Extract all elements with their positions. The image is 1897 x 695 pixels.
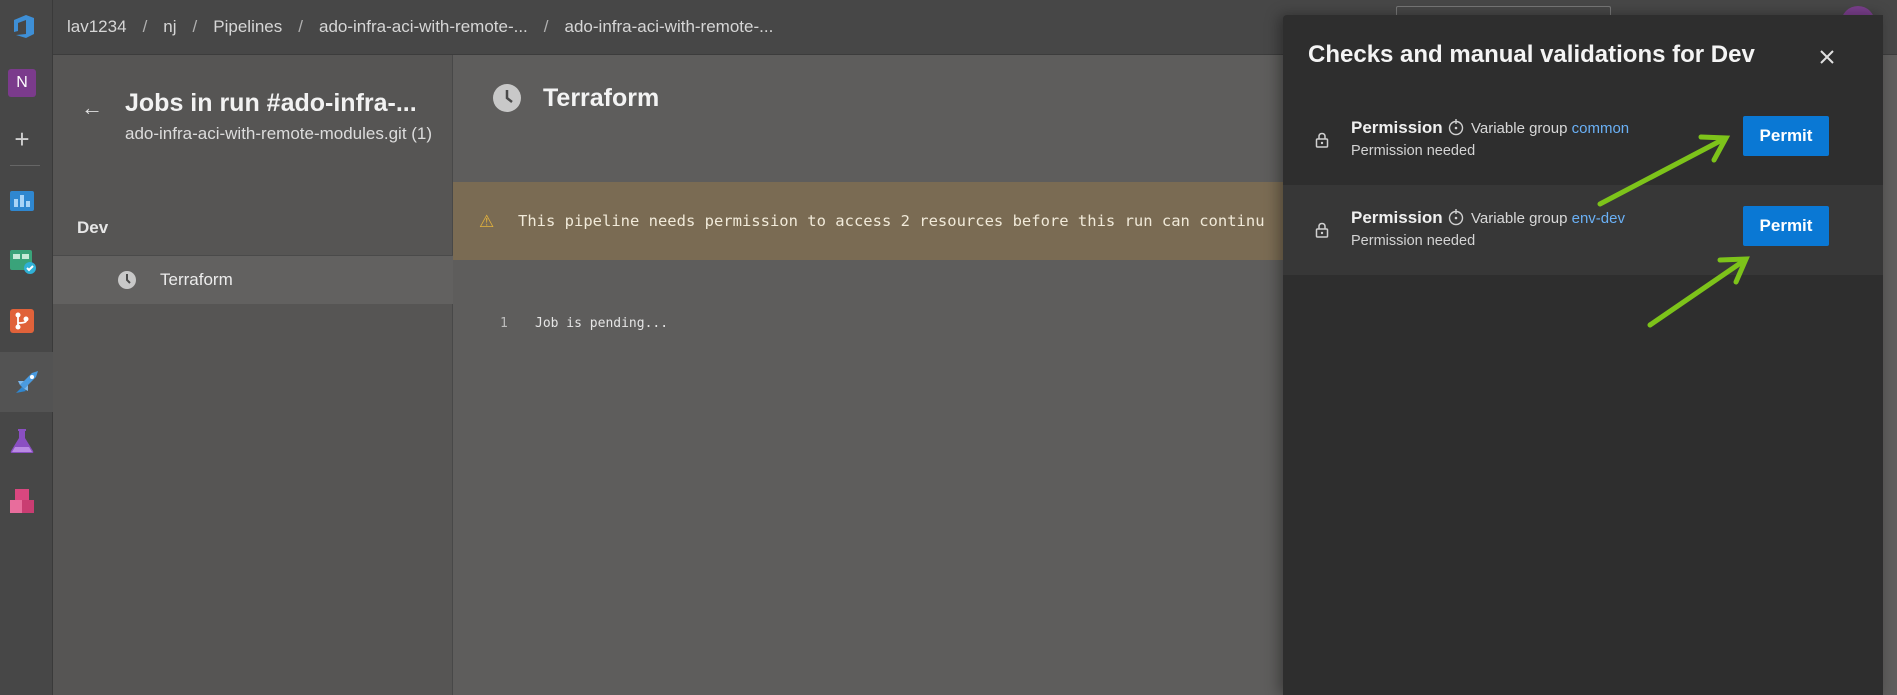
breadcrumb-pipeline[interactable]: ado-infra-aci-with-remote-... — [319, 17, 528, 37]
help-icon[interactable] — [1448, 208, 1464, 226]
job-label: Terraform — [160, 270, 233, 289]
panel-title: Checks and manual validations for Dev — [1308, 41, 1755, 68]
check-row: Permission Variable group common Permiss… — [1283, 95, 1883, 185]
resource-type: Variable group — [1471, 120, 1568, 137]
job-title: Terraform — [543, 84, 660, 112]
breadcrumb-pipelines[interactable]: Pipelines — [213, 17, 282, 37]
test-plans-icon[interactable] — [7, 426, 37, 456]
resource-link[interactable]: common — [1572, 120, 1630, 137]
jobs-title: Jobs in run #ado-infra-... — [125, 89, 417, 117]
check-resource: Variable group common — [1471, 120, 1629, 137]
banner-text: This pipeline needs permission to access… — [518, 212, 1265, 230]
add-icon[interactable]: + — [7, 124, 37, 154]
pipelines-icon[interactable] — [0, 352, 53, 412]
overview-icon[interactable] — [7, 186, 37, 216]
log-line-text: Job is pending... — [535, 316, 669, 331]
warning-icon: ⚠ — [479, 212, 495, 231]
permit-button[interactable]: Permit — [1743, 116, 1829, 156]
help-icon[interactable] — [1448, 118, 1464, 136]
pending-clock-icon — [493, 84, 521, 112]
jobs-panel: ← Jobs in run #ado-infra-... ado-infra-a… — [53, 55, 453, 695]
pending-clock-icon — [118, 271, 136, 289]
breadcrumb-run[interactable]: ado-infra-aci-with-remote-... — [565, 17, 774, 37]
azure-devops-logo-icon[interactable] — [10, 12, 38, 40]
rail-divider — [10, 165, 40, 166]
stage-row[interactable]: Dev — [53, 200, 453, 256]
check-resource: Variable group env-dev — [1471, 210, 1625, 227]
close-icon[interactable] — [1815, 45, 1839, 69]
resource-type: Variable group — [1471, 210, 1568, 227]
jobs-subtitle: ado-infra-aci-with-remote-modules.git (1… — [125, 124, 433, 143]
stage-label: Dev — [77, 218, 109, 237]
breadcrumb-separator: / — [298, 17, 303, 36]
check-title: Permission — [1351, 208, 1443, 227]
permit-button[interactable]: Permit — [1743, 206, 1829, 246]
artifacts-icon[interactable] — [7, 486, 37, 516]
check-row: Permission Variable group env-dev Permis… — [1283, 185, 1883, 275]
back-arrow-icon[interactable]: ← — [81, 95, 103, 121]
log-line-number: 1 — [500, 316, 508, 331]
breadcrumb-separator: / — [142, 17, 148, 36]
log-line: 1 Job is pending... — [500, 316, 668, 331]
breadcrumb-separator: / — [192, 17, 198, 36]
checks-panel: Checks and manual validations for Dev Pe… — [1283, 15, 1883, 695]
check-status: Permission needed — [1351, 233, 1476, 249]
org-avatar[interactable]: N — [7, 68, 37, 98]
repos-icon[interactable] — [7, 306, 37, 336]
add-symbol: + — [14, 124, 30, 154]
check-status: Permission needed — [1351, 143, 1476, 159]
boards-icon[interactable] — [7, 246, 37, 276]
left-nav-rail: N + — [0, 0, 53, 695]
job-row[interactable]: Terraform — [53, 256, 453, 304]
org-initial: N — [8, 69, 36, 97]
resource-link[interactable]: env-dev — [1572, 210, 1625, 227]
breadcrumb-org[interactable]: lav1234 — [67, 17, 127, 37]
breadcrumb: lav1234 / nj / Pipelines / ado-infra-aci… — [67, 17, 773, 37]
breadcrumb-project[interactable]: nj — [163, 17, 176, 37]
breadcrumb-separator: / — [543, 17, 549, 36]
lock-icon — [1315, 132, 1329, 148]
lock-icon — [1315, 222, 1329, 238]
check-title: Permission — [1351, 118, 1443, 137]
